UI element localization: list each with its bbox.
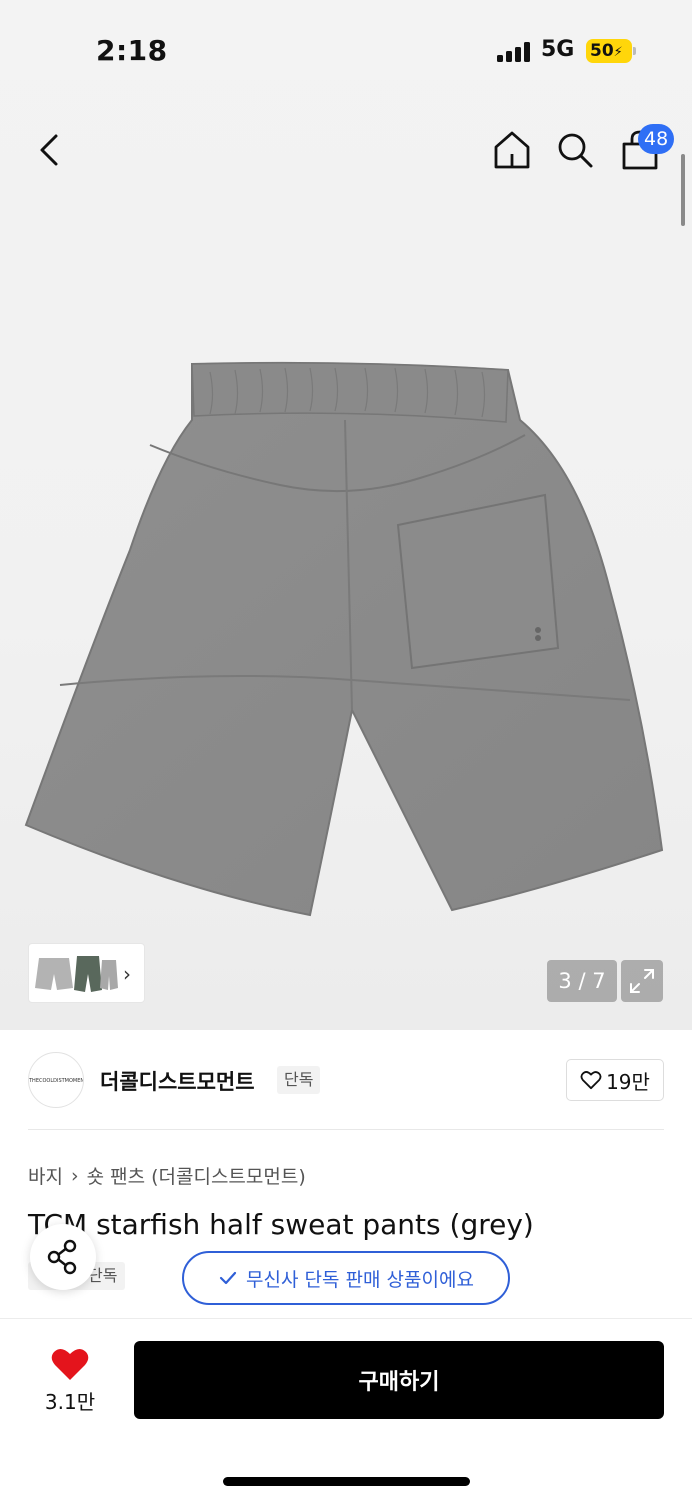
brand-name[interactable]: 더콜디스트모먼트 xyxy=(100,1066,255,1096)
scroll-indicator xyxy=(681,154,685,226)
back-arrow-icon[interactable] xyxy=(30,128,70,172)
home-indicator xyxy=(223,1477,470,1486)
buy-button[interactable]: 구매하기 xyxy=(134,1341,664,1419)
home-icon[interactable] xyxy=(490,128,534,172)
heart-filled-icon[interactable] xyxy=(50,1346,90,1382)
product-title: TCM starfish half sweat pants (grey) xyxy=(28,1208,534,1241)
expand-icon xyxy=(630,969,654,993)
brand-logo[interactable]: THECOOLDISTMOMENT xyxy=(28,1052,84,1108)
heart-outline-icon xyxy=(580,1071,602,1090)
wish-count: 3.1만 xyxy=(44,1390,96,1414)
chevron-right-icon: › xyxy=(70,1164,79,1187)
battery-icon: 50⚡ xyxy=(586,39,632,63)
brand-like-count: 19만 xyxy=(606,1069,650,1094)
signal-icon xyxy=(497,42,531,62)
expand-button[interactable] xyxy=(621,960,663,1002)
status-time: 2:18 xyxy=(96,34,168,67)
musinsa-exclusive-badge: 무신사 단독 판매 상품이에요 xyxy=(182,1251,510,1305)
network-label: 5G xyxy=(541,37,575,62)
image-page-counter: 3 / 7 xyxy=(547,960,617,1002)
share-icon xyxy=(47,1239,77,1275)
musinsa-exclusive-text: 무신사 단독 판매 상품이에요 xyxy=(246,1268,474,1291)
exclusive-tag: 단독 xyxy=(277,1066,321,1094)
thumbnail-strip[interactable]: › xyxy=(28,943,145,1003)
cart-count-badge: 48 xyxy=(638,124,675,154)
thumbnail-grey-back[interactable] xyxy=(99,950,119,996)
breadcrumb-subcategory[interactable]: 숏 팬츠 (더콜디스트모먼트) xyxy=(87,1162,306,1189)
thumbnail-grey-front[interactable] xyxy=(33,950,75,996)
battery-tip xyxy=(633,47,636,55)
chevron-right-icon[interactable]: › xyxy=(123,962,131,986)
breadcrumb-category[interactable]: 바지 xyxy=(28,1162,63,1189)
share-button[interactable] xyxy=(30,1224,96,1290)
battery-level: 50 xyxy=(590,41,614,61)
divider xyxy=(28,1129,664,1130)
breadcrumb: 바지 › 숏 팬츠 (더콜디스트모먼트) xyxy=(28,1162,306,1189)
check-icon xyxy=(219,1271,237,1285)
product-image[interactable] xyxy=(20,350,670,920)
brand-like-button[interactable]: 19만 xyxy=(566,1059,664,1101)
search-icon[interactable] xyxy=(554,128,596,172)
